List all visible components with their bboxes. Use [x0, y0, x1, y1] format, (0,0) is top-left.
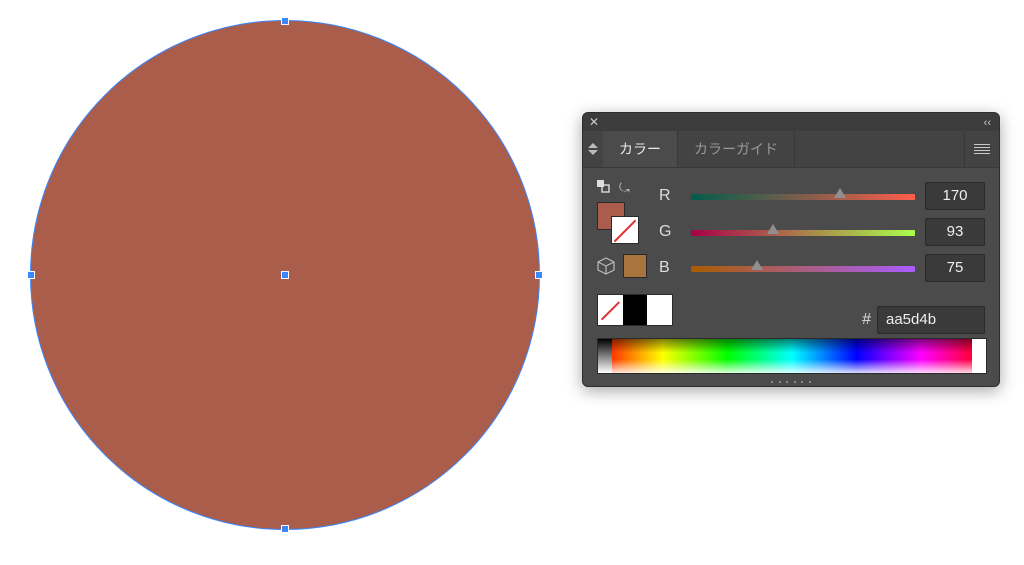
selected-ellipse[interactable] [30, 20, 540, 530]
slider-thumb-r[interactable] [834, 188, 846, 198]
swatch-black[interactable] [623, 295, 648, 325]
close-icon[interactable]: ✕ [589, 115, 599, 129]
spectrum-white-chip [972, 339, 986, 373]
slider-row-g: G 93 [659, 214, 985, 250]
rgb-sliders: R 170 G 93 B [659, 178, 985, 286]
slider-thumb-b[interactable] [751, 260, 763, 270]
stroke-swatch[interactable] [611, 216, 639, 244]
label-g: G [659, 223, 681, 241]
cube-3d-icon[interactable] [597, 257, 615, 275]
color-panel: ✕ ‹‹ カラー カラーガイド ⤿ [582, 112, 1000, 387]
swatch-none[interactable] [598, 295, 623, 325]
slider-g[interactable] [691, 226, 915, 238]
slider-thumb-g[interactable] [767, 224, 779, 234]
spectrum-shade [598, 339, 986, 373]
selection-handle-e[interactable] [535, 271, 543, 279]
tab-color-guide-label: カラーガイド [694, 139, 778, 159]
collapse-icon[interactable]: ‹‹ [984, 117, 991, 129]
tab-color[interactable]: カラー [603, 131, 678, 167]
panel-menu-button[interactable] [964, 131, 999, 167]
hex-row: # aa5d4b [862, 306, 985, 334]
hex-hash: # [862, 311, 871, 329]
tab-chooser-icon[interactable] [583, 131, 603, 167]
selection-handle-center[interactable] [281, 271, 289, 279]
fill-stroke-swatch[interactable] [597, 202, 637, 242]
panel-titlebar[interactable]: ✕ ‹‹ [583, 113, 999, 131]
tab-color-guide[interactable]: カラーガイド [678, 131, 795, 167]
slider-track-r [691, 194, 915, 200]
slider-track-g [691, 230, 915, 236]
panel-resize-grip[interactable] [771, 379, 811, 385]
value-g[interactable]: 93 [925, 218, 985, 246]
panel-tabs: カラー カラーガイド [583, 131, 999, 168]
swap-default-icon[interactable] [597, 180, 611, 197]
hamburger-icon [974, 144, 990, 154]
selection-handle-w[interactable] [27, 271, 35, 279]
label-b: B [659, 259, 681, 277]
selection-handle-n[interactable] [281, 17, 289, 25]
value-r[interactable]: 170 [925, 182, 985, 210]
value-b[interactable]: 75 [925, 254, 985, 282]
cube-color-chip[interactable] [623, 254, 647, 278]
hex-input[interactable]: aa5d4b [877, 306, 985, 334]
panel-body: ⤿ R 170 G [583, 168, 999, 386]
slider-row-b: B 75 [659, 250, 985, 286]
slider-r[interactable] [691, 190, 915, 202]
tab-color-label: カラー [619, 139, 661, 159]
slider-row-r: R 170 [659, 178, 985, 214]
slider-b[interactable] [691, 262, 915, 274]
selection-handle-s[interactable] [281, 525, 289, 533]
spectrum-blackwhite-ramp [598, 339, 612, 373]
slider-track-b [691, 266, 915, 272]
panel-left-column: ⤿ [597, 178, 653, 278]
swap-fill-stroke-icon[interactable]: ⤿ [619, 180, 630, 196]
none-black-white-swatches [597, 294, 673, 326]
canvas-area[interactable] [0, 0, 570, 565]
label-r: R [659, 187, 681, 205]
color-spectrum[interactable] [597, 338, 987, 374]
swatch-white[interactable] [647, 295, 672, 325]
